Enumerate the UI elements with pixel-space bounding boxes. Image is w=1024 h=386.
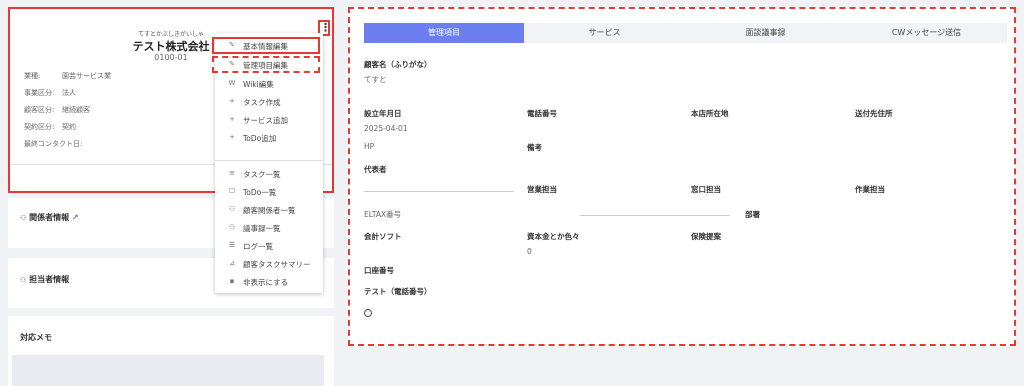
menu-item-log-list[interactable]: ☰ ログ一覧	[215, 237, 323, 255]
list-icon: ≡	[229, 169, 235, 177]
plus-icon: +	[229, 115, 235, 123]
field-label-furigana: 顧客名（ふりがな）	[364, 60, 432, 69]
people-icon: ⚇	[20, 214, 27, 222]
tab-cw-message[interactable]: CWメッセージ送信	[846, 23, 1007, 43]
field-label-department: 部署	[745, 210, 760, 219]
assignee-info-label: 担当者情報	[29, 275, 70, 284]
chart-icon: ⊿	[229, 259, 235, 267]
highlight-edit-management	[212, 56, 320, 73]
menu-item-hide[interactable]: ▪ 非表示にする	[215, 273, 323, 291]
field-label-shipping: 送付先住所	[855, 109, 893, 118]
menu-item-label: ToDo一覧	[243, 188, 277, 197]
field-value-founded: 2025-04-01	[364, 124, 408, 133]
eltax-input[interactable]	[580, 215, 730, 216]
info-contract-type: 契約区分: 契約	[24, 122, 76, 132]
people-icon: ⚇	[228, 223, 236, 231]
info-business-type: 事業区分: 法人	[24, 88, 76, 98]
tab-minutes[interactable]: 面談議事録	[685, 23, 846, 43]
menu-item-label: ログ一覧	[243, 242, 273, 251]
menu-item-label: サービス追加	[243, 116, 288, 125]
tab-service[interactable]: サービス	[524, 23, 685, 43]
info-contract-type-label: 契約区分:	[24, 123, 55, 131]
plus-icon: +	[229, 97, 235, 105]
menu-item-task-summary[interactable]: ⊿ 顧客タスクサマリー	[215, 255, 323, 273]
field-label-founded: 設立年月日	[364, 109, 402, 118]
field-label-representative: 代表者	[364, 165, 387, 174]
field-label-notes: 備考	[527, 143, 542, 152]
memo-textarea[interactable]	[12, 355, 324, 386]
field-value-capital: 0	[527, 247, 532, 256]
field-label-insurance: 保険提案	[691, 232, 721, 241]
field-label-eltax: ELTAX番号	[364, 210, 402, 219]
menu-item-wiki-edit[interactable]: W Wiki編集	[215, 75, 323, 93]
field-label-window-rep: 窓口担当	[691, 185, 721, 194]
info-contract-type-value: 契約	[62, 123, 76, 131]
related-info-label: 関係者情報	[29, 213, 70, 222]
field-label-accounting-software: 会計ソフト	[364, 232, 402, 241]
todo-icon: ☐	[228, 187, 236, 195]
field-label-account-number: 口座番号	[364, 266, 394, 275]
menu-item-add-service[interactable]: + サービス追加	[215, 111, 323, 129]
trash-icon: ▪	[229, 277, 235, 285]
menu-item-todo-list[interactable]: ☐ ToDo一覧	[215, 183, 323, 201]
management-panel: 管理項目 サービス 面談議事録 CWメッセージ送信 顧客名（ふりがな） てすと …	[348, 7, 1016, 346]
menu-item-add-todo[interactable]: + ToDo追加	[215, 129, 323, 147]
info-last-contact: 最終コンタクト日:	[24, 139, 82, 149]
info-customer-type-label: 顧客区分:	[24, 106, 55, 114]
menu-item-related-people-list[interactable]: ⚇ 顧客関係者一覧	[215, 201, 323, 219]
menu-item-label: タスク一覧	[243, 170, 281, 179]
people-icon: ⚇	[228, 205, 236, 213]
memo-title: 対応メモ	[20, 333, 52, 342]
info-business-type-label: 事業区分:	[24, 89, 55, 97]
info-industry: 業種: 園芸サービス業	[24, 71, 111, 81]
menu-item-task-list[interactable]: ≡ タスク一覧	[215, 165, 323, 183]
menu-item-label: ToDo追加	[243, 134, 277, 143]
info-business-type-value: 法人	[62, 89, 76, 97]
field-label-work-rep: 作業担当	[855, 185, 885, 194]
plus-icon: +	[229, 133, 235, 141]
field-value-furigana: てすと	[364, 75, 387, 84]
menu-item-label: タスク作成	[243, 98, 281, 107]
log-icon: ☰	[228, 241, 236, 249]
field-label-hp: HP	[364, 142, 375, 151]
field-label-capital: 資本金とか色々	[527, 232, 580, 241]
menu-item-label: Wiki編集	[243, 80, 274, 89]
menu-divider	[215, 160, 323, 161]
field-label-test-phone: テスト（電話番号）	[364, 287, 432, 296]
menu-item-label: 議事録一覧	[243, 224, 281, 233]
info-industry-label: 業種:	[24, 72, 41, 80]
info-industry-value: 園芸サービス業	[62, 72, 111, 80]
related-info-title: ⚇ 関係者情報 ↗	[20, 212, 79, 223]
tab-management[interactable]: 管理項目	[364, 23, 524, 43]
menu-item-label: 顧客関係者一覧	[243, 206, 296, 215]
tab-bar: 管理項目 サービス 面談議事録 CWメッセージ送信	[364, 23, 1007, 43]
representative-input[interactable]	[364, 191, 514, 192]
menu-item-label: 非表示にする	[243, 278, 289, 287]
field-label-hq: 本店所在地	[691, 109, 729, 118]
test-phone-radio[interactable]	[364, 309, 372, 317]
menu-item-label: 顧客タスクサマリー	[243, 260, 311, 269]
field-label-sales-rep: 営業担当	[527, 185, 557, 194]
assignee-info-title: ⚇ 担当者情報	[20, 274, 69, 285]
menu-item-create-task[interactable]: + タスク作成	[215, 93, 323, 111]
menu-item-minutes-list[interactable]: ⚇ 議事録一覧	[215, 219, 323, 237]
external-link-icon[interactable]: ↗	[72, 213, 79, 222]
info-customer-type-value: 継続顧客	[62, 106, 90, 114]
highlight-edit-basic-info	[212, 37, 320, 54]
field-label-phone: 電話番号	[527, 109, 557, 118]
info-customer-type: 顧客区分: 継続顧客	[24, 105, 90, 115]
wiki-icon: W	[228, 79, 236, 87]
people-icon: ⚇	[20, 276, 27, 284]
info-last-contact-label: 最終コンタクト日:	[24, 140, 83, 148]
